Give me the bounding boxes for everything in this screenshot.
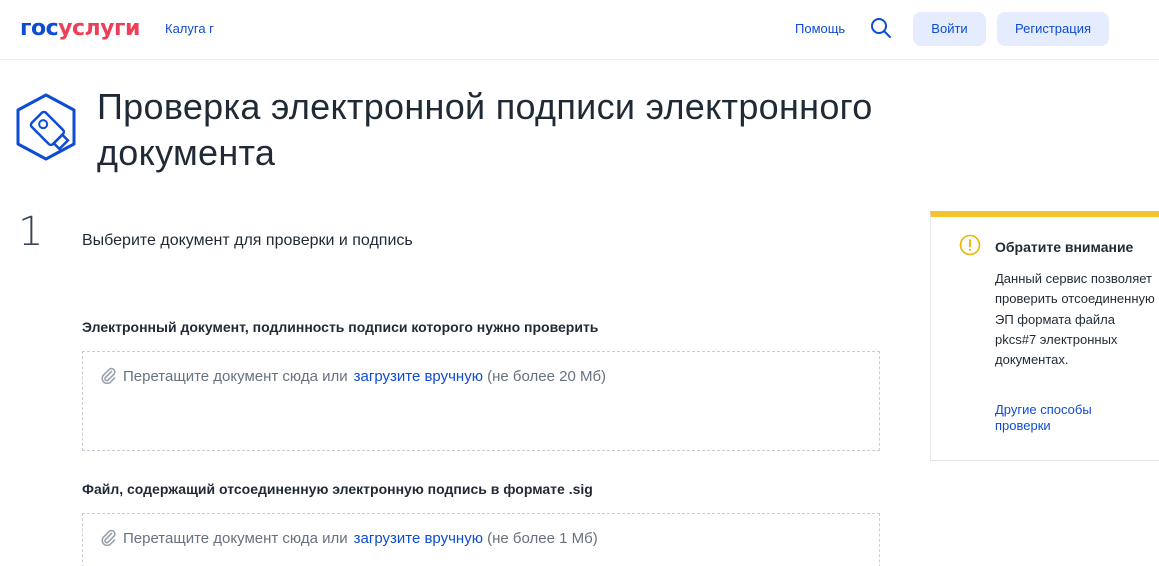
paperclip-icon: [101, 367, 116, 384]
signature-field-label: Файл, содержащий отсоединенную электронн…: [82, 481, 593, 497]
search-icon[interactable]: [870, 17, 892, 39]
size-limit-text: (не более 20 Мб): [487, 368, 607, 385]
step-title: Выберите документ для проверки и подпись: [82, 232, 413, 249]
document-dropzone[interactable]: Перетащите документ сюда или загрузите вр…: [82, 351, 880, 451]
document-field-label: Электронный документ, подлинность подпис…: [82, 319, 599, 335]
upload-manually-link[interactable]: загрузите вручную: [354, 530, 483, 547]
usb-key-icon: [16, 93, 76, 161]
notice-text: Данный сервис позволяет проверить отсоед…: [995, 271, 1155, 368]
notice-title: Обратите внимание: [995, 239, 1134, 255]
dropzone-hint: Перетащите документ сюда или загрузите вр…: [99, 366, 606, 388]
warning-icon: [959, 234, 981, 256]
help-link[interactable]: Помощь: [795, 20, 845, 38]
page-title: Проверка электронной подписи электронног…: [97, 86, 873, 173]
step-number: 1: [18, 209, 44, 255]
paperclip-icon: [101, 529, 116, 546]
dropzone-text: Перетащите документ сюда или: [123, 530, 348, 547]
gosuslugi-logo[interactable]: госуслуги: [20, 14, 140, 44]
register-button[interactable]: Регистрация: [997, 12, 1109, 46]
upload-manually-link[interactable]: загрузите вручную: [354, 368, 483, 385]
signature-dropzone[interactable]: Перетащите документ сюда или загрузите вр…: [82, 513, 880, 566]
notice-panel: Обратите внимание Данный сервис позволяе…: [930, 211, 1159, 461]
login-button[interactable]: Войти: [913, 12, 986, 46]
size-limit-text: (не более 1 Мб): [487, 530, 598, 547]
dropzone-text: Перетащите документ сюда или: [123, 368, 348, 385]
region-selector[interactable]: Калуга г: [165, 20, 214, 38]
other-methods-link[interactable]: Другие способы проверки: [995, 402, 1135, 434]
dropzone-hint: Перетащите документ сюда или загрузите вр…: [99, 528, 598, 550]
header: госуслуги Калуга г Помощь Войти Регистра…: [0, 0, 1159, 60]
